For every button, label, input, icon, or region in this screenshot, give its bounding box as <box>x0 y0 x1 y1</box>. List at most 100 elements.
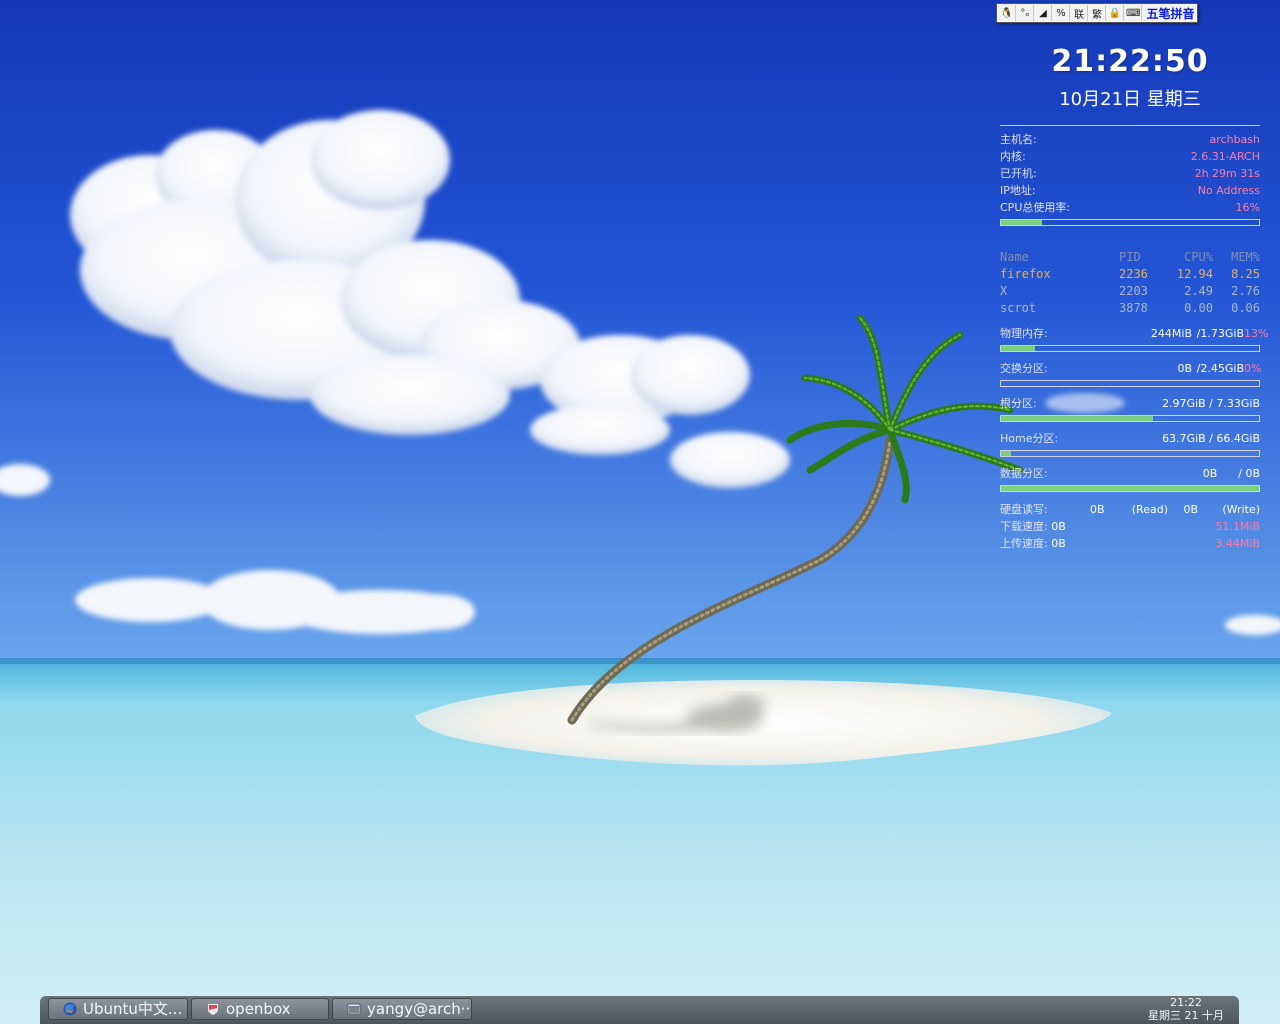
process-name: X <box>1000 284 1008 298</box>
process-pid: 2203 <box>1119 284 1148 298</box>
process-pid: 3878 <box>1119 301 1148 315</box>
traditional-button[interactable]: 繁 <box>1089 5 1106 21</box>
cpu-usage-bar <box>1000 219 1260 226</box>
root-partition-row: 根分区: 2.97GiB / 7.33GiB <box>1000 395 1260 412</box>
process-table-header: Name PID CPU% MEM% <box>1000 249 1260 266</box>
ram-total: /1.73GiB <box>1196 327 1244 340</box>
ram-label: 物理内存: <box>1000 327 1048 340</box>
uptime-value: 2h 29m 31s <box>1194 167 1260 180</box>
download-total: 51.1MiB <box>1215 520 1260 533</box>
table-row: scrot 3878 0.00 0.06 <box>1000 300 1260 317</box>
home-partition-label: Home分区: <box>1000 432 1059 445</box>
kernel-label: 内核: <box>1000 150 1026 163</box>
ip-value: No Address <box>1197 184 1260 197</box>
ip-row: IP地址: No Address <box>1000 182 1260 199</box>
upload-total: 3.44MiB <box>1215 537 1260 550</box>
process-mem: 0.06 <box>1231 301 1260 315</box>
ime-toolbar[interactable]: 🐧 °ₒ ◢ % 联 繁 🔒 ⌨ 五笔拼音 <box>996 3 1198 23</box>
download-row: 下载速度: 0B 51.1MiB <box>1000 518 1260 535</box>
download-label: 下载速度: 0B <box>1000 520 1066 533</box>
task-button-terminal[interactable]: yangy@arch··· <box>332 998 472 1020</box>
cpu-usage-fill <box>1001 220 1043 225</box>
data-partition-row: 数据分区: 0B / 0B <box>1000 465 1260 482</box>
ip-label: IP地址: <box>1000 184 1036 197</box>
process-table: Name PID CPU% MEM% firefox 2236 12.94 8.… <box>1000 249 1260 317</box>
task-title: yangy@arch··· <box>367 1000 472 1018</box>
skin-icon[interactable]: ◢ <box>1035 5 1052 21</box>
uptime-label: 已开机: <box>1000 167 1037 180</box>
disk-write-label: (Write) <box>1222 503 1260 516</box>
hostname-row: 主机名: archbash <box>1000 131 1260 148</box>
tux-icon[interactable]: 🐧 <box>999 5 1016 21</box>
input-mode-label[interactable]: 五笔拼音 <box>1146 5 1194 22</box>
uptime-row: 已开机: 2h 29m 31s <box>1000 165 1260 182</box>
root-partition-label: 根分区: <box>1000 397 1037 410</box>
lianxiang-button[interactable]: 联 <box>1071 5 1088 21</box>
swap-row: 交换分区: 0B /2.45GiB 0% <box>1000 360 1262 377</box>
punctuation-icon[interactable]: °ₒ <box>1017 5 1034 21</box>
upload-label: 上传速度: 0B <box>1000 537 1066 550</box>
cpu-row: CPU总使用率: 16% <box>1000 199 1260 216</box>
table-row: X 2203 2.49 2.76 <box>1000 283 1260 300</box>
process-cpu: 2.49 <box>1184 284 1213 298</box>
process-name: firefox <box>1000 267 1051 281</box>
hostname-value: archbash <box>1209 133 1260 146</box>
conky-clock: 21:22:50 <box>1051 44 1209 79</box>
col-mem-header: MEM% <box>1231 250 1260 264</box>
data-partition-fill <box>1001 486 1259 491</box>
ram-row: 物理内存: 244MiB /1.73GiB 13% <box>1000 325 1269 342</box>
swap-label: 交换分区: <box>1000 362 1048 375</box>
home-partition-bar <box>1000 450 1260 457</box>
root-partition-fill <box>1001 416 1154 421</box>
data-partition-label: 数据分区: <box>1000 467 1048 480</box>
disk-io-label: 硬盘读写: <box>1000 503 1048 516</box>
mode-icon[interactable]: % <box>1053 5 1070 21</box>
table-row: firefox 2236 12.94 8.25 <box>1000 266 1260 283</box>
disk-write-value: 0B <box>1183 503 1198 516</box>
disk-read-label: (Read) <box>1131 503 1168 516</box>
ram-percent: 13% <box>1244 327 1269 340</box>
taskbar-clock[interactable]: 21:22 星期三 21 十月 <box>1141 996 1231 1022</box>
col-name-header: Name <box>1000 250 1029 264</box>
keyboard-icon[interactable]: ⌨ <box>1125 5 1143 21</box>
taskbar: Ubuntu中文... openbox yangy@arch··· 21:22 … <box>40 996 1239 1024</box>
process-mem: 2.76 <box>1231 284 1260 298</box>
desktop[interactable]: 🐧 °ₒ ◢ % 联 繁 🔒 ⌨ 五笔拼音 21:22:50 10月21日 星期… <box>0 0 1280 1024</box>
upload-row: 上传速度: 0B 3.44MiB <box>1000 535 1260 552</box>
upload-speed: 0B <box>1051 537 1066 550</box>
ram-usage-fill <box>1001 346 1035 351</box>
taskbar-clock-time: 21:22 <box>1170 996 1202 1009</box>
taskbar-clock-date: 星期三 21 十月 <box>1148 1009 1224 1022</box>
cpu-label: CPU总使用率: <box>1000 201 1071 214</box>
col-pid-header: PID <box>1119 250 1141 264</box>
swap-used: 0B <box>1177 362 1192 375</box>
swap-percent: 0% <box>1244 362 1262 375</box>
process-cpu: 12.94 <box>1176 267 1213 281</box>
col-cpu-header: CPU% <box>1184 250 1213 264</box>
swap-usage-bar <box>1000 380 1260 387</box>
disk-read-value: 0B <box>1090 503 1105 516</box>
process-pid: 2236 <box>1119 267 1148 281</box>
task-button-browser[interactable]: Ubuntu中文... <box>48 998 188 1020</box>
swap-total: /2.45GiB <box>1196 362 1244 375</box>
conky-monitor: 21:22:50 10月21日 星期三 主机名: archbash 内核: 2.… <box>1000 40 1269 552</box>
hostname-label: 主机名: <box>1000 133 1037 146</box>
root-partition-value: 2.97GiB / 7.33GiB <box>1162 397 1260 410</box>
task-button-openbox[interactable]: openbox <box>191 998 329 1020</box>
home-partition-fill <box>1001 451 1012 456</box>
disk-io-row: 硬盘读写: 0B (Read) 0B (Write) <box>1000 501 1260 518</box>
firefox-globe-icon <box>63 1002 77 1016</box>
task-title: openbox <box>226 1000 291 1018</box>
task-title: Ubuntu中文... <box>83 1000 183 1018</box>
process-name: scrot <box>1000 301 1037 315</box>
root-partition-bar <box>1000 415 1260 422</box>
shield-icon <box>208 1004 218 1015</box>
home-partition-value: 63.7GiB / 66.4GiB <box>1162 432 1260 445</box>
download-speed: 0B <box>1051 520 1066 533</box>
divider <box>1000 125 1260 126</box>
ram-usage-bar <box>1000 345 1260 352</box>
lock-icon[interactable]: 🔒 <box>1107 5 1124 21</box>
cpu-value: 16% <box>1235 201 1260 214</box>
ram-used: 244MiB <box>1150 327 1192 340</box>
process-cpu: 0.00 <box>1184 301 1213 315</box>
